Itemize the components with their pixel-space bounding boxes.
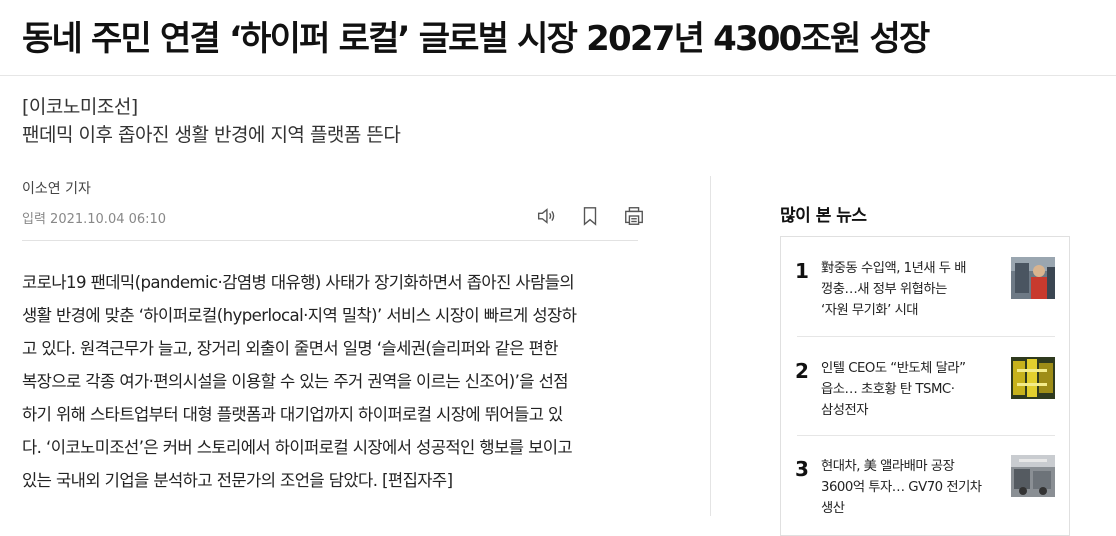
article-headline: 동네 주민 연결 ‘하이퍼 로컬’ 글로벌 시장 2027년 4300조원 성장 [22,19,930,59]
article-line: 있는 국내외 기업을 분석하고 전문가의 조언을 담았다. [편집자주] [22,471,453,490]
article-line: 코로나19 팬데믹(pandemic·감염병 대유행) 사태가 장기화하면서 좁… [22,273,575,292]
news-headline[interactable]: 對중동 수입액, 1년새 두 배 껑충…새 정부 위협하는 ‘자원 무기화’ 시… [821,258,993,321]
print-icon[interactable] [620,203,648,229]
article-line: 하기 위해 스타트업부터 대형 플랫폼과 대기업까지 하이퍼로컬 시장에 뛰어들… [22,405,563,424]
news-headline-line: ‘자원 무기화’ 시대 [821,303,919,318]
popular-news-item[interactable]: 2 인텔 CEO도 “반도체 달라” 읍소… 초호황 탄 TSMC· 삼성전자 [781,337,1071,429]
article-toolbar [532,203,648,229]
section-label[interactable]: [이코노미조선] [22,92,138,119]
rank-number: 1 [795,259,809,283]
popular-news-list: 1 對중동 수입액, 1년새 두 배 껑충…새 정부 위협하는 ‘자원 무기화’… [780,236,1070,536]
column-divider [710,176,711,516]
news-headline-line: 읍소… 초호황 탄 TSMC· [821,382,955,397]
article-subhead: 팬데믹 이후 좁아진 생활 반경에 지역 플랫폼 뜬다 [22,124,401,146]
published-date: 입력 2021.10.04 06:10 [22,212,167,227]
popular-news-title: 많이 본 뉴스 [780,206,867,226]
news-headline-line: 현대차, 美 앨라배마 공장 [821,459,955,474]
speaker-icon[interactable] [532,203,560,229]
news-thumbnail[interactable] [1011,257,1055,299]
news-thumbnail[interactable] [1011,455,1055,497]
news-thumbnail[interactable] [1011,357,1055,399]
article-line: 복장으로 각종 여가·편의시설을 이용할 수 있는 주거 권역을 이르는 신조어… [22,372,569,391]
header-divider [0,75,1116,76]
rank-number: 2 [795,359,809,383]
news-headline[interactable]: 인텔 CEO도 “반도체 달라” 읍소… 초호황 탄 TSMC· 삼성전자 [821,358,993,421]
article-line: 생활 반경에 맞춘 ‘하이퍼로컬(hyperlocal·지역 밀착)’ 서비스 … [22,306,577,325]
news-headline-line: 3600억 투자… GV70 전기차 [821,480,982,495]
news-headline-line: 삼성전자 [821,403,868,418]
news-headline-line: 인텔 CEO도 “반도체 달라” [821,361,966,376]
bookmark-icon[interactable] [576,203,604,229]
byline[interactable]: 이소연 기자 [22,178,91,198]
popular-news-item[interactable]: 1 對중동 수입액, 1년새 두 배 껑충…새 정부 위협하는 ‘자원 무기화’… [781,237,1071,329]
popular-news-item[interactable]: 3 현대차, 美 앨라배마 공장 3600억 투자… GV70 전기차 생산 [781,435,1071,527]
byline-divider [22,240,638,241]
rank-number: 3 [795,457,809,481]
news-headline-line: 對중동 수입액, 1년새 두 배 [821,261,967,276]
article-line: 고 있다. 원격근무가 늘고, 장거리 외출이 줄면서 일명 ‘슬세권(슬리퍼와… [22,339,559,358]
news-headline[interactable]: 현대차, 美 앨라배마 공장 3600억 투자… GV70 전기차 생산 [821,456,993,519]
news-headline-line: 껑충…새 정부 위협하는 [821,282,947,297]
article-line: 다. ‘이코노미조선’은 커버 스토리에서 하이퍼로컬 시장에서 성공적인 행보… [22,438,573,457]
article-body: 코로나19 팬데믹(pandemic·감염병 대유행) 사태가 장기화하면서 좁… [22,266,642,497]
